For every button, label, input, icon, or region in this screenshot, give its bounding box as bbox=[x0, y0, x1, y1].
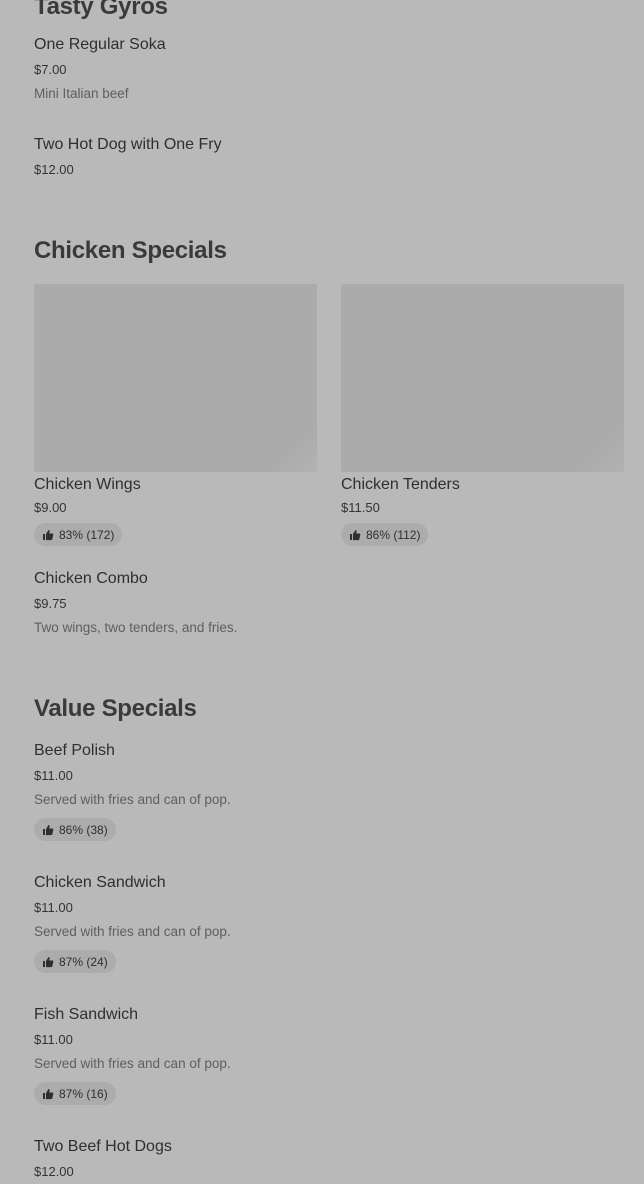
item-price: $11.00 bbox=[34, 768, 73, 783]
item-price: $9.75 bbox=[34, 596, 67, 611]
item-name: Beef Polish bbox=[34, 742, 115, 759]
item-price: $9.00 bbox=[34, 500, 67, 515]
thumbs-up-icon bbox=[42, 1088, 54, 1100]
item-name: Fish Sandwich bbox=[34, 1006, 139, 1023]
section-title-tasty-gyros: Tasty Gyros bbox=[34, 0, 168, 20]
rating-text: 86% (112) bbox=[366, 527, 421, 542]
rating-text: 87% (24) bbox=[59, 954, 108, 969]
item-name: Two Hot Dog with One Fry bbox=[34, 136, 222, 153]
item-price: $12.00 bbox=[34, 162, 74, 177]
item-description: Served with fries and can of pop. bbox=[34, 1056, 231, 1071]
item-description: Two wings, two tenders, and fries. bbox=[34, 620, 238, 635]
rating-text: 86% (38) bbox=[59, 822, 108, 837]
rating-badge: 86% (38) bbox=[34, 818, 116, 841]
rating-badge: 83% (172) bbox=[34, 523, 123, 546]
rating-badge: 87% (16) bbox=[34, 1082, 116, 1105]
rating-badge: 87% (24) bbox=[34, 950, 116, 973]
section-title-chicken-specials: Chicken Specials bbox=[34, 237, 227, 264]
item-name: Two Beef Hot Dogs bbox=[34, 1138, 172, 1155]
item-name: Chicken Wings bbox=[34, 476, 141, 493]
item-price: $7.00 bbox=[34, 62, 67, 77]
item-price: $11.50 bbox=[341, 500, 380, 515]
menu-page: Tasty Gyros One Regular Soka $7.00 Mini … bbox=[0, 0, 644, 1184]
thumbs-up-icon bbox=[42, 956, 54, 968]
item-name: One Regular Soka bbox=[34, 36, 166, 53]
thumbs-up-icon bbox=[42, 529, 54, 541]
rating-text: 83% (172) bbox=[59, 527, 115, 542]
item-description: Mini Italian beef bbox=[34, 86, 129, 101]
item-name: Chicken Sandwich bbox=[34, 874, 166, 891]
rating-text: 87% (16) bbox=[59, 1086, 108, 1101]
rating-badge: 86% (112) bbox=[341, 523, 429, 546]
thumbs-up-icon bbox=[42, 824, 54, 836]
item-name: Chicken Tenders bbox=[341, 476, 460, 493]
item-price: $12.00 bbox=[34, 1164, 74, 1179]
item-image-placeholder bbox=[341, 284, 624, 472]
item-price: $11.00 bbox=[34, 900, 73, 915]
item-name: Chicken Combo bbox=[34, 570, 148, 587]
item-description: Served with fries and can of pop. bbox=[34, 924, 231, 939]
item-image-placeholder bbox=[34, 284, 317, 472]
thumbs-up-icon bbox=[349, 529, 361, 541]
item-description: Served with fries and can of pop. bbox=[34, 792, 231, 807]
item-price: $11.00 bbox=[34, 1032, 73, 1047]
section-title-value-specials: Value Specials bbox=[34, 695, 197, 722]
